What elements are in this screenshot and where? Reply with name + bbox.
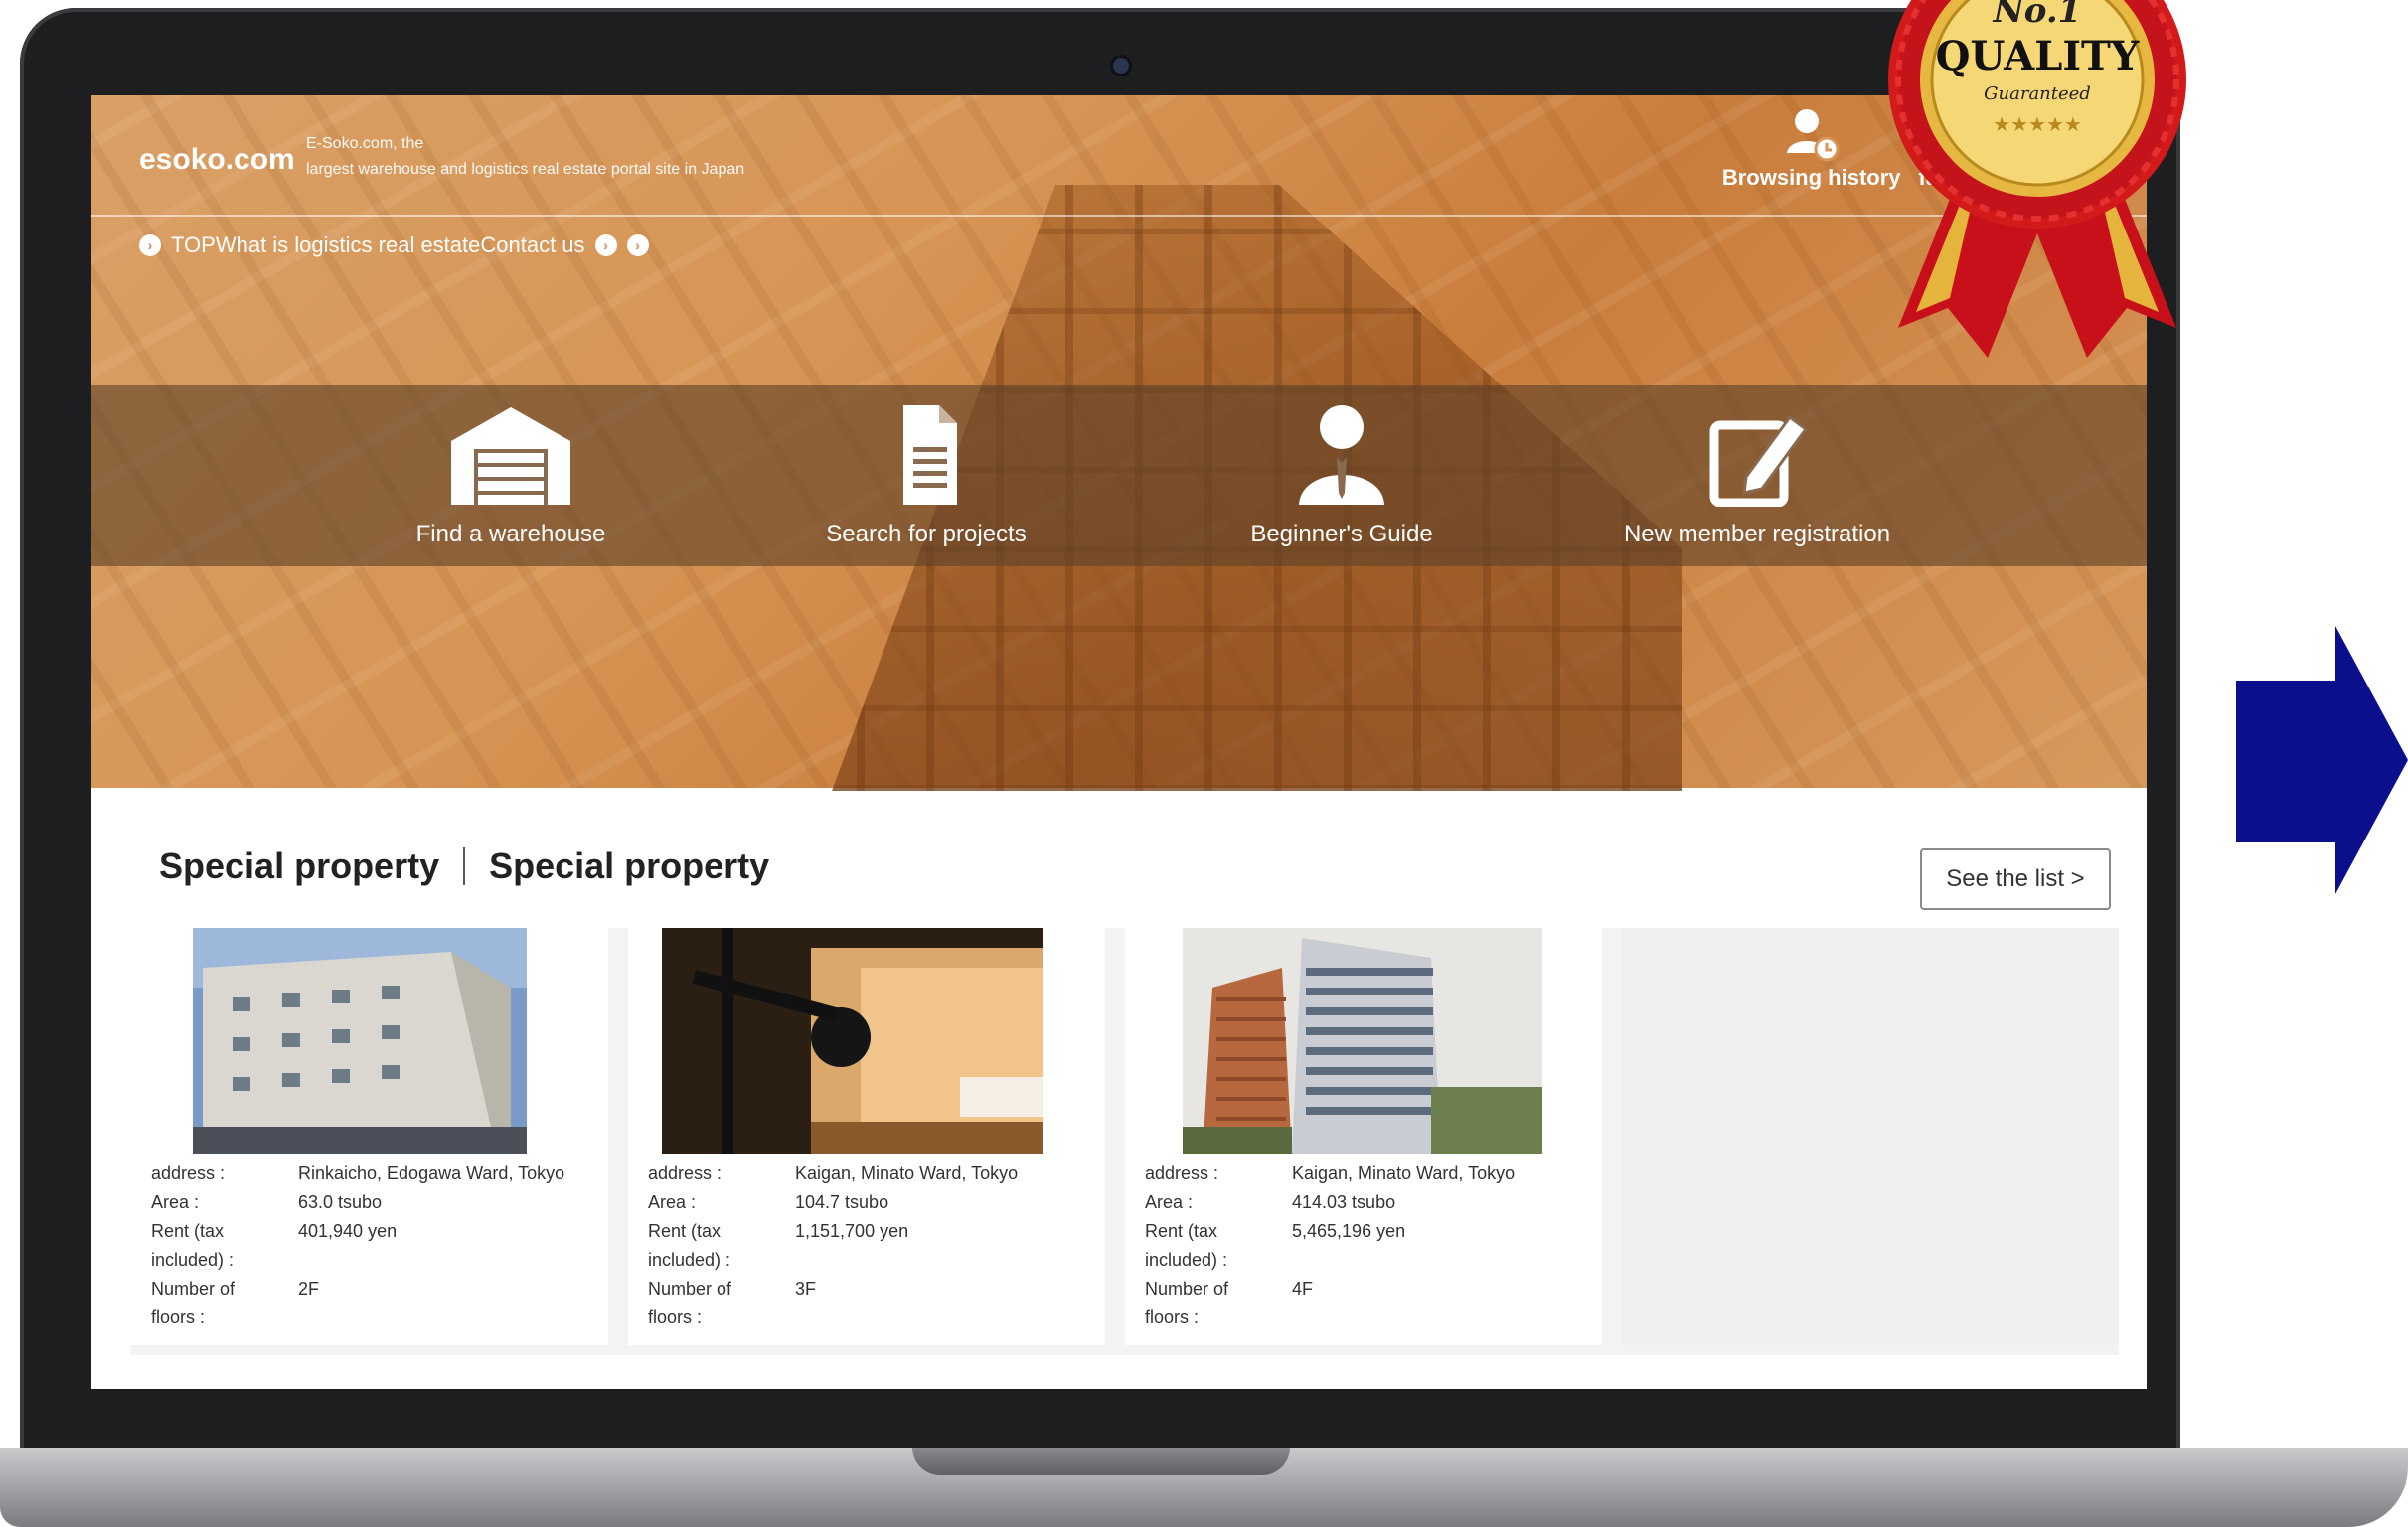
badge-stars: ★★★★★ <box>1993 112 2082 136</box>
menu-search-projects[interactable]: Search for projects <box>767 385 1085 566</box>
special-property-heading: Special property Special property <box>159 845 769 887</box>
see-list-button[interactable]: See the list > <box>1920 848 2111 910</box>
address-label: address : <box>1145 1163 1219 1183</box>
floors-value: 2F <box>298 1279 320 1298</box>
main-menu: Find a warehouse Search for projects Beg… <box>91 385 2147 566</box>
person-icon <box>1299 405 1384 505</box>
rent-label-cont: included) : <box>648 1250 731 1270</box>
history-icon <box>1786 109 1840 162</box>
rent-value: 401,940 yen <box>298 1221 398 1241</box>
special-title-right: Special property <box>489 845 770 886</box>
rent-value: 1,151,700 yen <box>795 1221 909 1241</box>
camera-icon <box>1113 58 1129 74</box>
menu-find-warehouse[interactable]: Find a warehouse <box>352 385 670 566</box>
menu-label: New member registration <box>1623 521 1891 547</box>
property-photo[interactable] <box>193 928 527 1154</box>
menu-label: Find a warehouse <box>415 521 606 547</box>
chevron-right-icon: › <box>139 234 161 256</box>
floors-label: Number of <box>1145 1279 1229 1298</box>
property-details: address : Kaigan, Minato Ward, Tokyo Area… <box>648 1159 1018 1332</box>
site-logo[interactable]: esoko.com <box>139 143 295 177</box>
address-label: address : <box>648 1163 722 1183</box>
tagline-line-2: largest warehouse and logistics real est… <box>306 161 745 178</box>
rent-label-cont: included) : <box>1145 1250 1228 1270</box>
property-card[interactable]: address : Kaigan, Minato Ward, Tokyo Area… <box>628 928 1105 1345</box>
menu-beginners-guide[interactable]: Beginner's Guide <box>1183 385 1501 566</box>
rent-label: Rent (tax <box>648 1221 722 1241</box>
edit-icon <box>1709 414 1809 507</box>
badge-line-2: QUALITY <box>1936 33 2140 79</box>
property-photo[interactable] <box>662 928 1043 1154</box>
area-value: 104.7 tsubo <box>795 1192 889 1212</box>
address-value: Rinkaicho, Edogawa Ward, Tokyo <box>298 1163 565 1183</box>
address-label: address : <box>151 1163 226 1183</box>
address-value: Kaigan, Minato Ward, Tokyo <box>795 1163 1019 1183</box>
area-label: Area : <box>151 1192 200 1212</box>
chevron-right-icon[interactable]: › <box>594 234 617 256</box>
floors-value: 3F <box>795 1279 817 1298</box>
menu-label: Beginner's Guide <box>1250 521 1433 547</box>
warehouse-icon <box>451 407 570 505</box>
rent-label: Rent (tax <box>151 1221 225 1241</box>
menu-label: Search for projects <box>826 521 1027 547</box>
floors-label: Number of <box>648 1279 732 1298</box>
top-nav: › TOPWhat is logistics real estateContac… <box>139 232 649 258</box>
badge-line-3: Guaranteed <box>1984 83 2091 104</box>
rent-label: Rent (tax <box>1145 1221 1218 1241</box>
area-value: 414.03 tsubo <box>1292 1192 1396 1212</box>
area-label: Area : <box>648 1192 697 1212</box>
floors-value: 4F <box>1292 1279 1314 1298</box>
property-details: address : Rinkaicho, Edogawa Ward, Tokyo … <box>151 1159 564 1332</box>
arrow-right-icon <box>2236 626 2408 894</box>
chevron-right-icon[interactable]: › <box>626 234 649 256</box>
special-title-left: Special property <box>159 845 440 886</box>
floors-label-cont: floors : <box>151 1307 206 1327</box>
menu-new-member[interactable]: New member registration <box>1598 385 1916 566</box>
site-tagline: E-Soko.com, the largest warehouse and lo… <box>306 131 902 183</box>
property-card[interactable]: address : Kaigan, Minato Ward, Tokyo Area… <box>1125 928 1602 1345</box>
property-photo[interactable] <box>1183 928 1542 1154</box>
area-label: Area : <box>1145 1192 1194 1212</box>
floors-label-cont: floors : <box>648 1307 703 1327</box>
address-value: Kaigan, Minato Ward, Tokyo <box>1292 1163 1516 1183</box>
rent-value: 5,465,196 yen <box>1292 1221 1406 1241</box>
area-value: 63.0 tsubo <box>298 1192 383 1212</box>
tagline-line-1: E-Soko.com, the <box>306 135 424 152</box>
property-list: address : Rinkaicho, Edogawa Ward, Tokyo … <box>131 928 2119 1355</box>
title-divider <box>463 847 466 885</box>
laptop-notch <box>912 1448 1290 1475</box>
floors-label-cont: floors : <box>1145 1307 1200 1327</box>
top-nav-links[interactable]: TOPWhat is logistics real estateContact … <box>171 232 585 258</box>
property-card[interactable]: address : Rinkaicho, Edogawa Ward, Tokyo … <box>131 928 608 1345</box>
floors-label: Number of <box>151 1279 236 1298</box>
quality-badge: No.1 QUALITY Guaranteed ★★★★★ <box>1888 0 2186 358</box>
document-icon <box>903 405 957 505</box>
rent-label-cont: included) : <box>151 1250 235 1270</box>
empty-card-slot <box>1622 928 2119 1345</box>
property-details: address : Kaigan, Minato Ward, Tokyo Area… <box>1145 1159 1515 1332</box>
badge-line-1: No.1 <box>1993 0 2082 31</box>
